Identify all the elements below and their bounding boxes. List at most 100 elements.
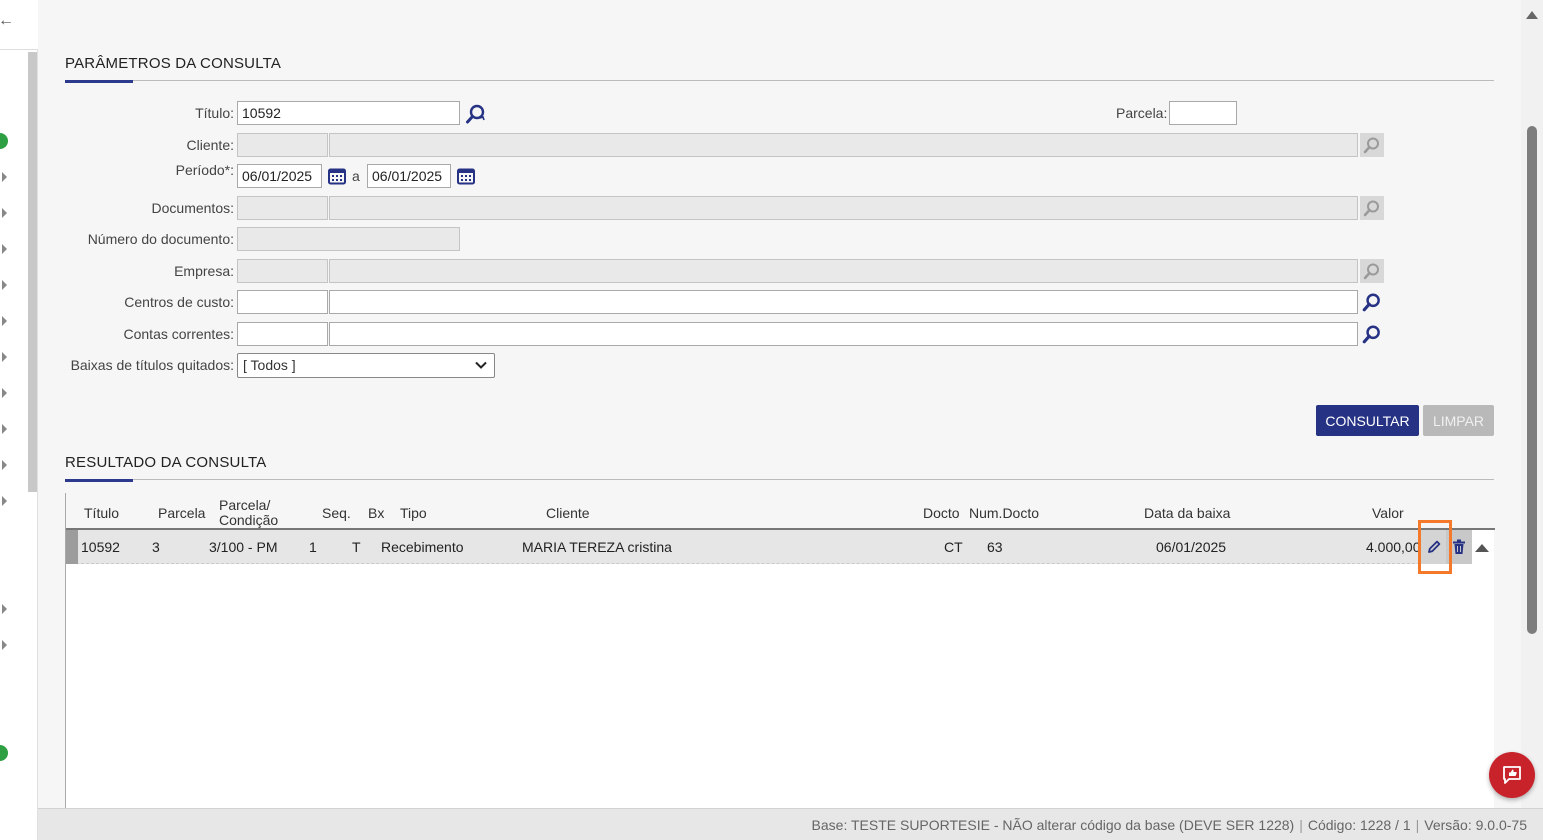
calendar-from-button[interactable] [326, 165, 348, 187]
consultar-button[interactable]: CONSULTAR [1316, 405, 1419, 436]
expand-arrow-icon[interactable] [2, 496, 7, 506]
trash-icon [1453, 539, 1465, 554]
contas-correntes-label: Contas correntes: [123, 326, 235, 342]
expand-arrow-icon[interactable] [2, 604, 7, 614]
col-cliente[interactable]: Cliente [546, 506, 590, 521]
titulo-label: Título: [195, 105, 234, 121]
search-icon [1363, 137, 1379, 154]
numero-documento-label: Número do documento: [87, 231, 234, 247]
chevron-down-icon [474, 358, 488, 375]
rail-scrollbar[interactable] [28, 52, 37, 492]
col-bx[interactable]: Bx [368, 506, 384, 521]
divider [65, 80, 1494, 81]
results-table: Título Parcela Parcela/ Condição Seq. Bx… [65, 493, 1495, 808]
divider [65, 479, 1494, 480]
documentos-code-input [237, 196, 328, 220]
status-base: Base: TESTE SUPORTESIE - NÃO alterar cód… [811, 817, 1295, 833]
expand-arrow-icon[interactable] [2, 424, 7, 434]
cliente-search-button [1360, 133, 1384, 157]
cell-tipo: Recebimento [381, 539, 464, 555]
baixas-selected-value: [ Todos ] [243, 357, 296, 373]
status-codigo: Código: 1228 / 1 [1307, 817, 1411, 833]
calendar-icon [328, 168, 346, 185]
col-num-docto[interactable]: Num.Docto [969, 506, 1039, 521]
edit-button-highlight [1418, 520, 1452, 574]
titulo-search-button[interactable] [464, 102, 488, 126]
cell-condicao: 3/100 - PM [209, 539, 278, 555]
periodo-label: Período*: [175, 162, 234, 178]
expand-arrow-icon[interactable] [2, 208, 7, 218]
results-section-title: RESULTADO DA CONSULTA [65, 454, 267, 471]
table-header: Título Parcela Parcela/ Condição Seq. Bx… [66, 493, 1495, 530]
cell-seq: 1 [309, 539, 317, 555]
cliente-label: Cliente: [186, 137, 234, 153]
status-dot-icon [0, 133, 8, 149]
cell-bx: T [352, 539, 361, 555]
expand-arrow-icon[interactable] [2, 280, 7, 290]
back-arrow-icon[interactable]: ← [0, 12, 14, 30]
centros-custo-code-input[interactable] [237, 290, 328, 314]
page-scrollbar[interactable] [1521, 0, 1543, 808]
centros-custo-label: Centros de custo: [124, 294, 234, 310]
col-valor[interactable]: Valor [1372, 506, 1404, 521]
empresa-label: Empresa: [174, 263, 234, 279]
section-accent [65, 80, 133, 83]
col-parcela[interactable]: Parcela [158, 506, 205, 521]
expand-arrow-icon[interactable] [2, 640, 7, 650]
expand-arrow-icon[interactable] [2, 316, 7, 326]
search-refresh-icon [466, 104, 485, 124]
col-seq[interactable]: Seq. [322, 506, 351, 521]
empresa-search-button [1360, 259, 1384, 283]
centros-custo-search-button[interactable] [1360, 290, 1384, 314]
status-text: Base: TESTE SUPORTESIE - NÃO alterar cód… [812, 817, 1527, 833]
status-dot-icon [0, 745, 8, 761]
col-parcela-condicao-line1: Parcela/ [219, 497, 271, 513]
documentos-name-input [329, 196, 1358, 220]
periodo-to-input[interactable]: 06/01/2025 [367, 164, 451, 188]
cell-valor: 4.000,00 [1366, 539, 1421, 555]
status-versao: Versão: 9.0.0-75 [1424, 817, 1527, 833]
calendar-icon [457, 168, 475, 185]
col-docto[interactable]: Docto [923, 506, 960, 521]
col-tipo[interactable]: Tipo [400, 506, 427, 521]
status-separator: | [1299, 817, 1303, 833]
chat-button[interactable] [1489, 752, 1535, 798]
periodo-separator: a [352, 168, 360, 184]
titulo-input[interactable]: 10592 [237, 101, 460, 125]
baixas-select[interactable]: [ Todos ] [237, 353, 495, 378]
search-icon [1362, 325, 1380, 344]
cliente-code-input [237, 133, 328, 157]
centros-custo-name-input[interactable] [329, 290, 1358, 314]
col-data-baixa[interactable]: Data da baixa [1144, 506, 1230, 521]
parcela-input[interactable] [1169, 101, 1237, 125]
row-drag-handle[interactable] [66, 530, 78, 564]
table-row[interactable]: 10592 3 3/100 - PM 1 T Recebimento MARIA… [66, 520, 1472, 574]
status-bar: Base: TESTE SUPORTESIE - NÃO alterar cód… [38, 808, 1543, 840]
contas-correntes-search-button[interactable] [1360, 322, 1384, 346]
expand-arrow-icon[interactable] [2, 172, 7, 182]
col-titulo[interactable]: Título [84, 506, 119, 521]
search-icon [1363, 200, 1379, 217]
documentos-search-button [1360, 196, 1384, 220]
expand-arrow-icon[interactable] [2, 388, 7, 398]
cell-titulo: 10592 [81, 539, 120, 555]
contas-correntes-name-input[interactable] [329, 322, 1358, 346]
calendar-to-button[interactable] [455, 165, 477, 187]
periodo-from-input[interactable]: 06/01/2025 [237, 164, 322, 188]
scroll-up-icon[interactable] [1475, 544, 1489, 552]
app: ← PARÂMETROS DA CONSULTA Título: 10592 P… [0, 0, 1543, 840]
expand-arrow-icon[interactable] [2, 460, 7, 470]
contas-correntes-code-input[interactable] [237, 322, 328, 346]
numero-documento-input [237, 227, 460, 251]
expand-arrow-icon[interactable] [2, 352, 7, 362]
limpar-button[interactable]: LIMPAR [1423, 405, 1494, 436]
cell-parcela: 3 [152, 539, 160, 555]
empresa-name-input [329, 259, 1358, 283]
feedback-chat-icon [1503, 766, 1521, 784]
col-parcela-condicao[interactable]: Parcela/ Condição [219, 498, 278, 528]
cell-cliente: MARIA TEREZA cristina [522, 539, 672, 555]
scroll-up-arrow-icon[interactable] [1526, 11, 1538, 19]
scrollbar-thumb[interactable] [1527, 126, 1537, 634]
search-icon [1362, 293, 1380, 312]
expand-arrow-icon[interactable] [2, 244, 7, 254]
